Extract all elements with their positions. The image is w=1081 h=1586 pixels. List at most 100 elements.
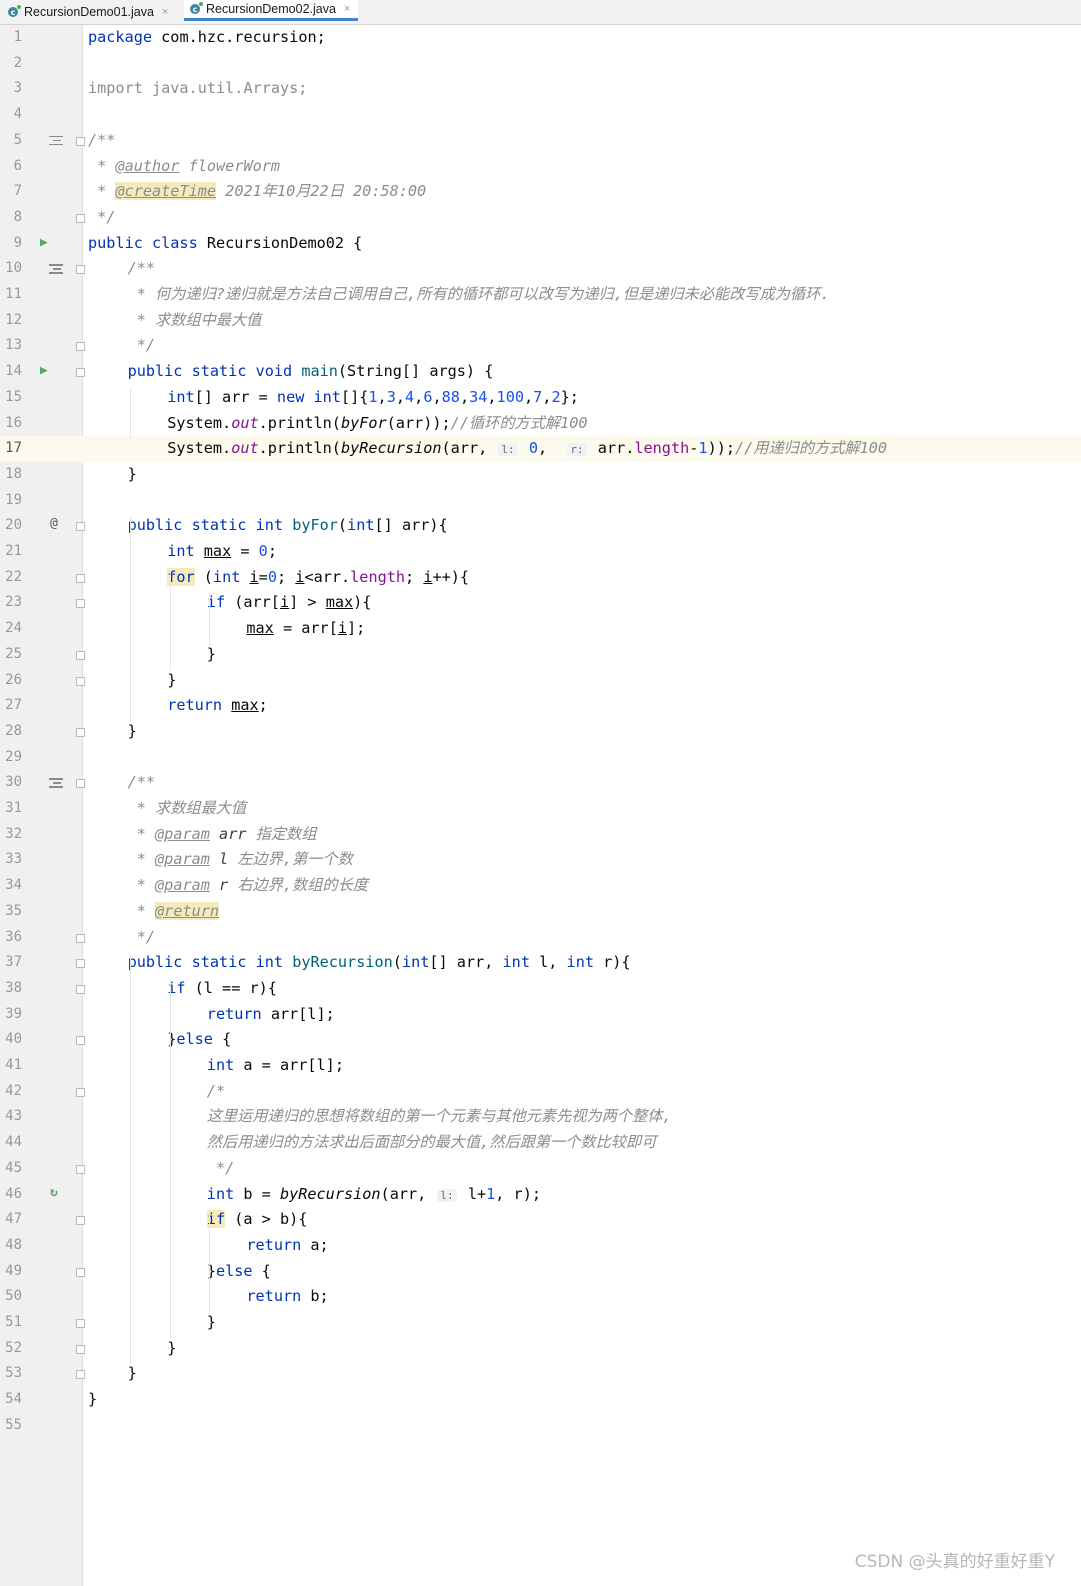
code-line[interactable]: 26} [0, 668, 1081, 694]
code-line[interactable]: 41 int a = arr[l]; [0, 1053, 1081, 1079]
code-line[interactable]: 1 package com.hzc.recursion; [0, 25, 1081, 51]
run-icon[interactable]: ▶ [40, 363, 48, 378]
code-line[interactable]: 45 */ [0, 1156, 1081, 1182]
fold-marker-icon[interactable] [76, 1087, 85, 1097]
code-line[interactable]: 44 然后用递归的方法求出后面部分的最大值,然后跟第一个数比较即可 [0, 1130, 1081, 1156]
annotation-at-icon[interactable]: @ [50, 516, 58, 531]
code-line[interactable]: 50 return b; [0, 1284, 1081, 1310]
recursive-call-icon[interactable]: ↻ [50, 1185, 58, 1200]
code-line[interactable]: 38 if (l == r){ [0, 976, 1081, 1002]
fold-marker-icon[interactable] [76, 1164, 85, 1174]
code-token: length [350, 567, 406, 586]
render-doc-icon[interactable] [49, 135, 63, 148]
fold-marker-icon[interactable] [76, 342, 85, 352]
code-line[interactable]: 31 * 求数组最大值 [0, 796, 1081, 822]
render-doc-icon[interactable] [49, 778, 63, 790]
code-line[interactable]: 51} [0, 1310, 1081, 1336]
close-icon[interactable]: × [344, 3, 350, 15]
fold-marker-icon[interactable] [76, 1216, 85, 1226]
fold-marker-icon[interactable] [76, 1370, 85, 1380]
code-line[interactable]: 36 */ [0, 925, 1081, 951]
code-line[interactable]: 11 * 何为递归?递归就是方法自己调用自己,所有的循环都可以改写为递归,但是递… [0, 282, 1081, 308]
code-line[interactable]: 8 */ [0, 205, 1081, 231]
code-line[interactable]: 18} [0, 462, 1081, 488]
fold-marker-icon[interactable] [76, 1267, 85, 1277]
code-line[interactable]: 39 return arr[l]; [0, 1002, 1081, 1028]
code-line[interactable]: 9 public class RecursionDemo02 {▶ [0, 231, 1081, 257]
code-line[interactable]: 19 [0, 488, 1081, 514]
code-line[interactable]: 25} [0, 642, 1081, 668]
code-line[interactable]: 17 System.out.println(byRecursion(arr, l:… [0, 436, 1081, 462]
code-line[interactable]: 3 import java.util.Arrays; [0, 76, 1081, 102]
render-doc-icon[interactable] [49, 264, 63, 276]
code-line[interactable]: 54} [0, 1387, 1081, 1413]
code-line[interactable]: 48 return a; [0, 1233, 1081, 1259]
fold-marker-icon[interactable] [76, 650, 85, 660]
line-number: 35 [5, 902, 22, 919]
code-line[interactable]: 14 public static void main(String[] args)… [0, 359, 1081, 385]
code-line[interactable]: 16 System.out.println(byFor(arr));//循环的方式… [0, 411, 1081, 437]
fold-marker-icon[interactable] [76, 522, 85, 532]
fold-marker-icon[interactable] [76, 779, 85, 789]
code-line[interactable]: 47 if (a > b){ [0, 1207, 1081, 1233]
fold-marker-icon[interactable] [76, 368, 85, 378]
code-line[interactable]: 13 */ [0, 333, 1081, 359]
fold-marker-icon[interactable] [76, 265, 85, 275]
code-line[interactable]: 12 * 求数组中最大值 [0, 308, 1081, 334]
code-line[interactable]: 21 int max = 0; [0, 539, 1081, 565]
code-token: ]; [347, 619, 366, 638]
code-line[interactable]: 10 /** [0, 256, 1081, 282]
code-line[interactable]: 43 这里运用递归的思想将数组的第一个元素与其他元素先视为两个整体, [0, 1104, 1081, 1130]
code-line[interactable]: 49}else { [0, 1259, 1081, 1285]
fold-marker-icon[interactable] [76, 727, 85, 737]
fold-marker-icon[interactable] [76, 1344, 85, 1354]
fold-marker-icon[interactable] [76, 933, 85, 943]
fold-marker-icon[interactable] [76, 573, 85, 583]
code-line[interactable]: 46 int b = byRecursion(arr, l: l+1, r); ↻ [0, 1182, 1081, 1208]
code-line[interactable]: 22 for (int i=0; i<arr.length; i++){ [0, 565, 1081, 591]
code-line[interactable]: 2 [0, 51, 1081, 77]
code-line[interactable]: 53} [0, 1361, 1081, 1387]
fold-marker-icon[interactable] [76, 1319, 85, 1328]
code-line[interactable]: 15 int[] arr = new int[]{1,3,4,6,88,34,10… [0, 385, 1081, 411]
code-line[interactable]: 40}else { [0, 1027, 1081, 1053]
code-line[interactable]: 4 [0, 102, 1081, 128]
code-line[interactable]: 55 [0, 1413, 1081, 1439]
fold-marker-icon[interactable] [76, 599, 85, 609]
code-line[interactable]: 27 return max; [0, 693, 1081, 719]
code-line[interactable]: 52} [0, 1336, 1081, 1362]
code-line[interactable]: 23 if (arr[i] > max){ [0, 590, 1081, 616]
run-icon[interactable]: ▶ [40, 235, 48, 250]
code-line[interactable]: 42 /* [0, 1079, 1081, 1105]
code-line[interactable]: 5 /** [0, 128, 1081, 154]
line-number: 21 [5, 543, 22, 559]
code-token: int [347, 516, 375, 535]
code-token: 这里运用递归的思想将数组的第一个元素与其他元素先视为两个整体, [206, 1107, 672, 1126]
code-line[interactable]: 20 public static int byFor(int[] arr){@ [0, 513, 1081, 539]
code-token: int [313, 387, 341, 406]
code-line[interactable]: 6 * @author flowerWorm [0, 154, 1081, 180]
code-line[interactable]: 37 public static int byRecursion(int[] ar… [0, 950, 1081, 976]
fold-marker-icon[interactable] [76, 213, 85, 223]
fold-marker-icon[interactable] [76, 136, 85, 146]
code-line[interactable]: 24 max = arr[i]; [0, 616, 1081, 642]
code-line[interactable]: 34 * @param r 右边界,数组的长度 [0, 873, 1081, 899]
code-line[interactable]: 28} [0, 719, 1081, 745]
code-line[interactable]: 30 /** [0, 770, 1081, 796]
tab-recursiondemo02[interactable]: c RecursionDemo02.java × [184, 0, 358, 21]
code-token: return [167, 696, 223, 715]
code-line[interactable]: 32 * @param arr 指定数组 [0, 822, 1081, 848]
code-line[interactable]: 35 * @return [0, 899, 1081, 925]
fold-marker-icon[interactable] [76, 959, 85, 969]
code-line[interactable]: 29 [0, 745, 1081, 771]
fold-marker-icon[interactable] [76, 1036, 85, 1046]
fold-marker-icon[interactable] [76, 984, 85, 994]
fold-marker-icon[interactable] [76, 676, 85, 686]
code-line[interactable]: 33 * @param l 左边界,第一个数 [0, 847, 1081, 873]
tab-recursiondemo01[interactable]: c RecursionDemo01.java × [8, 0, 176, 24]
code-line[interactable]: 7 * @createTime 2021年10月22日 20:58:00 [0, 179, 1081, 205]
code-editor[interactable]: 1 package com.hzc.recursion; 2 3 import java… [0, 25, 1081, 1586]
code-text: package com.hzc.recursion; [88, 25, 326, 51]
close-icon[interactable]: × [162, 6, 168, 18]
